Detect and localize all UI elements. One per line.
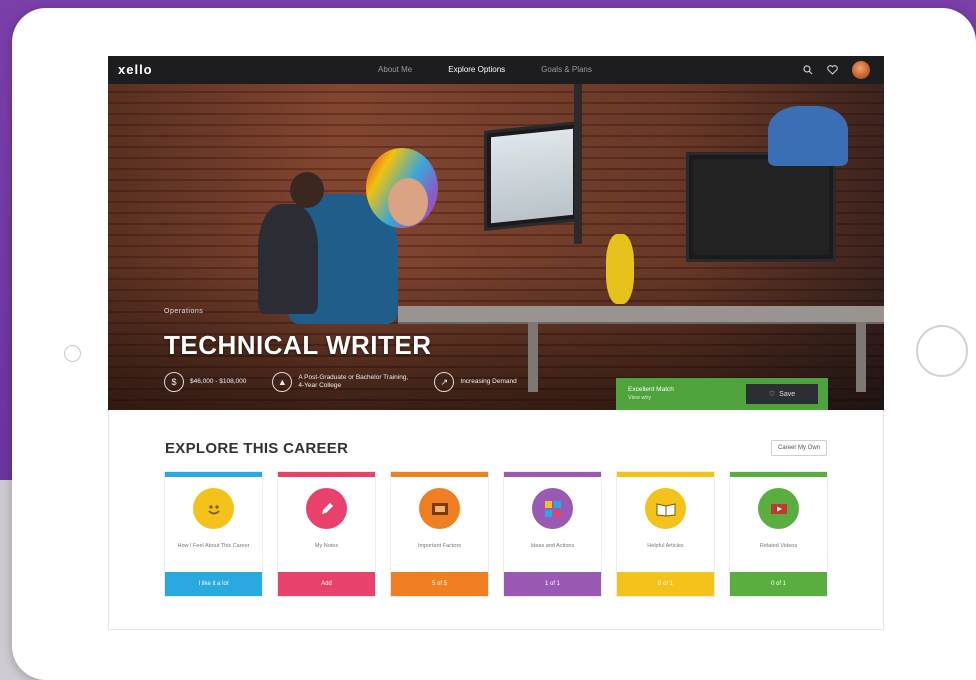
photo-desk xyxy=(398,306,884,322)
card-top-bar xyxy=(504,472,601,477)
card-button[interactable]: 0 of 1 xyxy=(730,572,827,596)
nav-explore-options[interactable]: Explore Options xyxy=(448,65,505,74)
photo-person-2 xyxy=(258,204,318,314)
card-label: Ideas and Actions xyxy=(530,543,575,549)
fact-salary: $ $46,000 - $108,000 xyxy=(164,372,246,392)
card-button[interactable]: 0 of 1 xyxy=(617,572,714,596)
app-logo[interactable]: xello xyxy=(118,62,153,77)
top-navigation-bar: xello About Me Explore Options Goals & P… xyxy=(108,56,884,84)
tablet-home-button[interactable] xyxy=(916,325,968,377)
match-label: Excellent Match xyxy=(628,386,674,393)
photo-person-3 xyxy=(768,106,848,166)
card-top-bar xyxy=(391,472,488,477)
fact-education-text: A Post-Graduate or Bachelor Training, 4-… xyxy=(298,374,409,389)
match-sub-link[interactable]: View why xyxy=(628,394,674,402)
hero-banner: Operations TECHNICAL WRITER $ $46,000 - … xyxy=(108,84,884,410)
explore-cards: How I Feel About This Career I like it a… xyxy=(165,472,827,596)
card-label: My Notes xyxy=(314,543,339,549)
card-factors[interactable]: Important Factors 5 of 5 xyxy=(391,472,488,596)
card-feelings[interactable]: How I Feel About This Career I like it a… xyxy=(165,472,262,596)
card-articles[interactable]: Helpful Articles 0 of 1 xyxy=(617,472,714,596)
photo-monitor xyxy=(484,120,580,232)
card-top-bar xyxy=(278,472,375,477)
search-icon[interactable] xyxy=(803,65,813,75)
nav-goals-plans[interactable]: Goals & Plans xyxy=(541,65,592,74)
explore-section: EXPLORE THIS CAREER Career My Own How I … xyxy=(108,410,884,630)
card-top-bar xyxy=(165,472,262,477)
smiley-icon xyxy=(193,488,234,529)
career-category[interactable]: Operations xyxy=(164,308,203,315)
career-facts: $ $46,000 - $108,000 ▲ A Post-Graduate o… xyxy=(164,372,543,392)
card-label: Related Videos xyxy=(759,543,798,549)
card-notes[interactable]: My Notes Add xyxy=(278,472,375,596)
match-text: Excellent Match View why xyxy=(628,386,674,402)
heart-icon: ♡ xyxy=(768,391,776,398)
card-button[interactable]: Add xyxy=(278,572,375,596)
save-button[interactable]: ♡ Save xyxy=(746,384,818,404)
match-bar: Excellent Match View why ♡ Save xyxy=(616,378,828,410)
compare-button[interactable]: Career My Own xyxy=(770,440,827,456)
card-top-bar xyxy=(617,472,714,477)
explore-title: EXPLORE THIS CAREER xyxy=(165,440,349,457)
wallet-icon: $ xyxy=(164,372,184,392)
nav-about-me[interactable]: About Me xyxy=(378,65,412,74)
photo-toy xyxy=(606,234,634,304)
card-top-bar xyxy=(730,472,827,477)
card-label: Helpful Articles xyxy=(647,543,684,549)
main-nav: About Me Explore Options Goals & Plans xyxy=(378,65,628,74)
pencil-icon xyxy=(306,488,347,529)
card-label: How I Feel About This Career xyxy=(177,543,250,549)
tablet-camera xyxy=(64,345,81,362)
photo-monitor-2 xyxy=(686,152,836,262)
card-videos[interactable]: Related Videos 0 of 1 xyxy=(730,472,827,596)
fact-salary-text: $46,000 - $108,000 xyxy=(190,378,247,385)
fact-demand: ↗ Increasing Demand xyxy=(434,372,517,392)
save-label: Save xyxy=(779,390,796,398)
card-button[interactable]: 1 of 1 xyxy=(504,572,601,596)
fact-education: ▲ A Post-Graduate or Bachelor Training, … xyxy=(272,372,408,392)
photo-person-face xyxy=(388,178,428,226)
career-title: TECHNICAL WRITER xyxy=(164,330,432,360)
card-button[interactable]: I like it a lot xyxy=(165,572,262,596)
heart-icon[interactable] xyxy=(827,65,838,75)
photo-desk-leg-2 xyxy=(856,322,866,392)
nav-icons xyxy=(803,61,870,79)
education-icon: ▲ xyxy=(272,372,293,392)
card-label: Important Factors xyxy=(417,543,462,549)
card-button[interactable]: 5 of 5 xyxy=(391,572,488,596)
factors-icon xyxy=(419,488,460,529)
video-icon xyxy=(758,488,799,529)
book-icon xyxy=(645,488,686,529)
fact-demand-text: Increasing Demand xyxy=(460,378,517,385)
photo-person-2-head xyxy=(290,172,324,208)
app-screen: xello About Me Explore Options Goals & P… xyxy=(108,56,884,630)
photo-pole xyxy=(574,84,582,244)
puzzle-icon xyxy=(532,488,573,529)
avatar[interactable] xyxy=(852,61,870,79)
trend-icon: ↗ xyxy=(434,372,455,392)
card-ideas[interactable]: Ideas and Actions 1 of 1 xyxy=(504,472,601,596)
